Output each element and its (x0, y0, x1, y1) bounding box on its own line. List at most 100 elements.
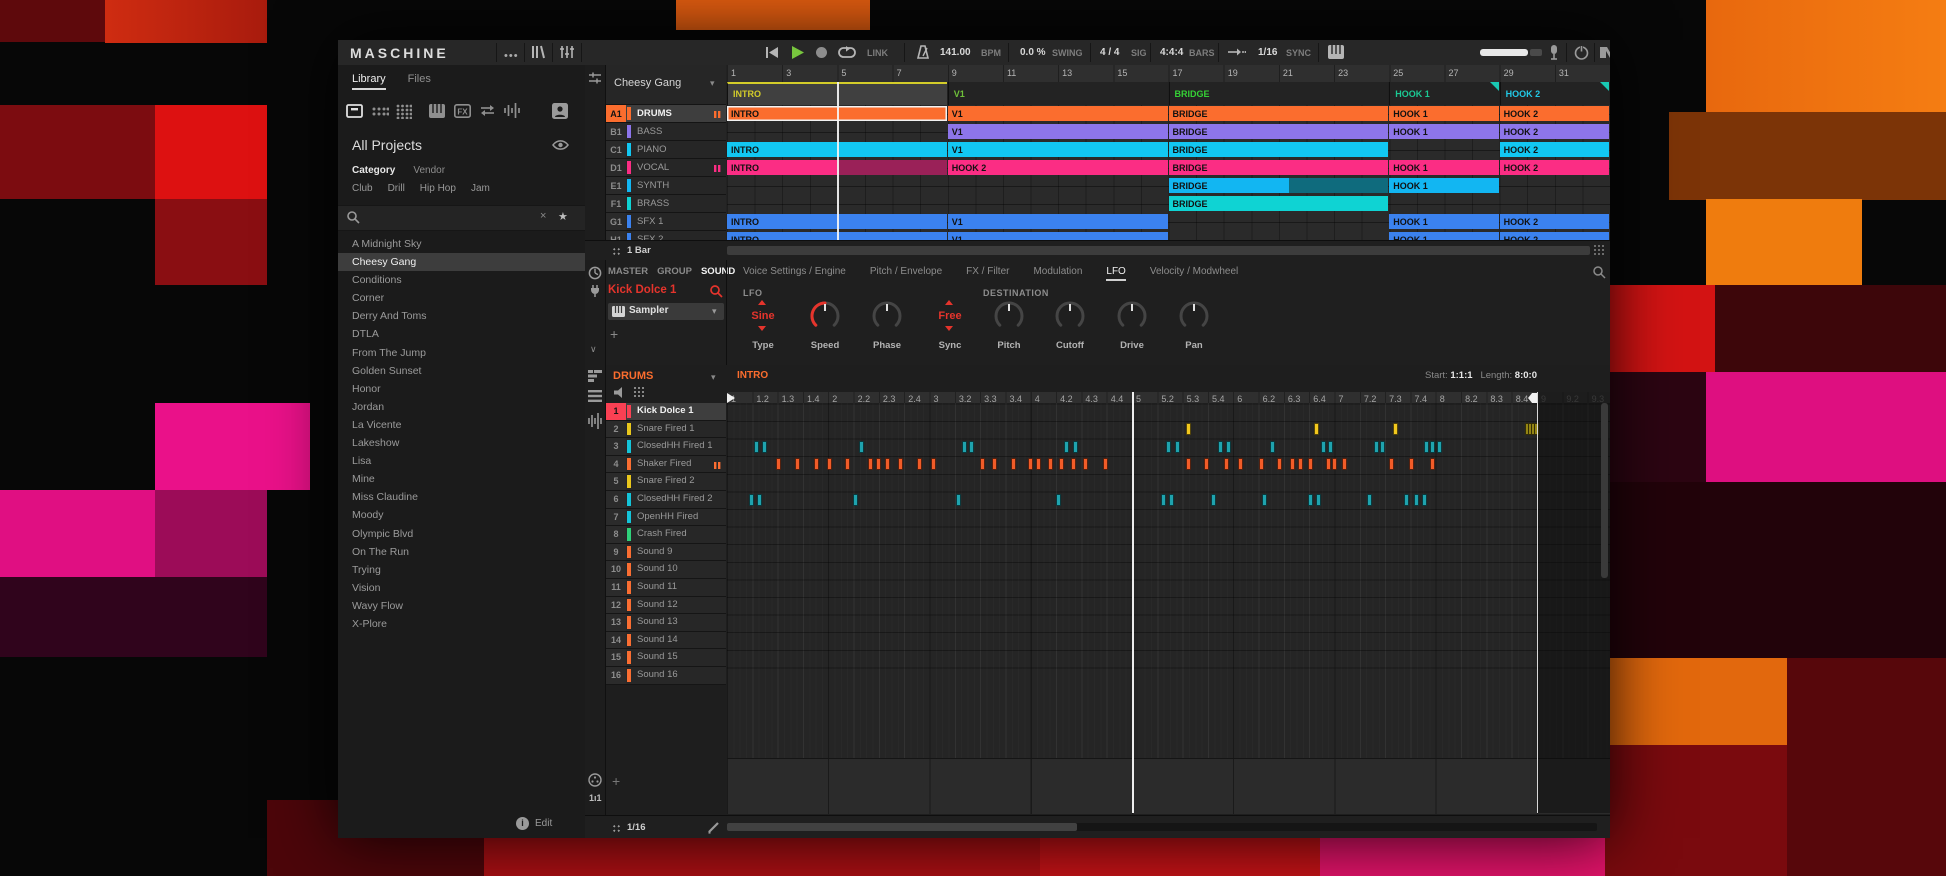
keyboard-view-icon[interactable] (588, 390, 602, 402)
pattern-cell[interactable]: HOOK 1 (1389, 106, 1498, 121)
filter-tab-category[interactable]: Category (352, 165, 395, 176)
play-button[interactable] (792, 46, 804, 59)
note[interactable] (1161, 494, 1166, 506)
stepper-up-icon[interactable] (758, 300, 766, 305)
sound-row[interactable]: 14Sound 14 (606, 632, 726, 650)
note[interactable] (1424, 441, 1429, 453)
note[interactable] (885, 458, 890, 470)
add-lane-button[interactable]: + (612, 773, 620, 789)
sound-row[interactable]: 5Snare Fired 2 (606, 473, 726, 491)
note[interactable] (876, 458, 881, 470)
project-list-item[interactable]: Vision (338, 579, 585, 597)
pattern-cell[interactable]: V1 (948, 214, 1168, 229)
knob-pan[interactable] (1176, 298, 1212, 334)
pattern-cell[interactable]: V1 (948, 142, 1168, 157)
project-list-item[interactable]: From The Jump (338, 344, 585, 362)
keyboard-mode-icon[interactable] (1328, 45, 1344, 59)
sound-row[interactable]: 13Sound 13 (606, 614, 726, 632)
chevron-down-icon[interactable]: ▾ (711, 372, 716, 383)
note[interactable] (1073, 441, 1078, 453)
note[interactable] (859, 441, 864, 453)
note[interactable] (1218, 441, 1223, 453)
edit-toggle[interactable]: Edit (535, 818, 552, 829)
project-list-item[interactable]: Honor (338, 380, 585, 398)
knob-phase[interactable] (869, 298, 905, 334)
note[interactable] (827, 458, 832, 470)
fx-filter-icon[interactable]: FX (454, 104, 471, 118)
pattern-cell[interactable]: BRIDGE (1169, 142, 1389, 157)
pattern-cell[interactable]: HOOK 2 (1500, 124, 1609, 139)
note[interactable] (1059, 458, 1064, 470)
note[interactable] (1326, 458, 1331, 470)
pad-mode-icon[interactable] (588, 773, 602, 787)
note[interactable] (1175, 441, 1180, 453)
speaker-icon[interactable] (614, 387, 626, 398)
pattern-cell[interactable]: HOOK 2 (1500, 232, 1609, 240)
project-list-item[interactable]: Derry And Toms (338, 307, 585, 325)
group-label-cell[interactable]: E1SYNTH (606, 177, 726, 195)
stepper-value[interactable]: Sine (732, 310, 794, 322)
step-grid-value[interactable]: 1/16 (627, 822, 646, 833)
sound-row[interactable]: 15Sound 15 (606, 649, 726, 667)
tab-files[interactable]: Files (408, 73, 431, 90)
pattern-cell[interactable]: HOOK 2 (1500, 142, 1609, 157)
plugin-socket-icon[interactable] (588, 284, 602, 298)
step-ratio-icon[interactable]: 1ı1 (589, 793, 602, 803)
sound-row[interactable]: 12Sound 12 (606, 597, 726, 615)
note[interactable] (1380, 441, 1385, 453)
note[interactable] (1262, 494, 1267, 506)
menu-dots-icon[interactable]: ••• (504, 50, 519, 62)
group-label-cell[interactable]: B1BASS (606, 123, 726, 141)
channel-tab-sound[interactable]: SOUND (701, 266, 735, 277)
note[interactable] (1056, 494, 1061, 506)
pattern-cell[interactable]: BRIDGE (1169, 160, 1389, 175)
instruments-filter-icon[interactable] (429, 104, 445, 118)
project-list-item[interactable]: Lakeshow (338, 434, 585, 452)
follow-playhead-icon[interactable] (1228, 48, 1246, 56)
note[interactable] (931, 458, 936, 470)
note[interactable] (969, 441, 974, 453)
samples-filter-icon[interactable] (504, 103, 520, 118)
note[interactable] (1430, 441, 1435, 453)
note[interactable] (1270, 441, 1275, 453)
plugin-tab-velocity-modwheel[interactable]: Velocity / Modwheel (1150, 266, 1238, 281)
note[interactable] (956, 494, 961, 506)
note[interactable] (1071, 458, 1076, 470)
channel-tab-group[interactable]: GROUP (657, 266, 692, 277)
note[interactable] (1389, 458, 1394, 470)
project-list-item[interactable]: A Midnight Sky (338, 235, 585, 253)
projects-filter-icon[interactable] (346, 103, 363, 119)
stepper-down-icon[interactable] (945, 326, 953, 331)
pattern-cell[interactable]: V1 (948, 106, 1168, 121)
plugin-tab-lfo[interactable]: LFO (1106, 266, 1125, 281)
quantize-value[interactable]: 1/16 (1258, 47, 1277, 58)
resize-grip-icon[interactable] (1593, 244, 1605, 256)
editor-pattern-name[interactable]: INTRO (737, 370, 768, 381)
project-list-item[interactable]: On The Run (338, 543, 585, 561)
plugin-tab-pitch-envelope[interactable]: Pitch / Envelope (870, 266, 942, 281)
plugin-tab-voice-settings-engine[interactable]: Voice Settings / Engine (743, 266, 846, 281)
info-icon[interactable]: i (516, 817, 529, 830)
note[interactable] (1083, 458, 1088, 470)
editor-hscroll-thumb[interactable] (727, 823, 1077, 831)
sound-name[interactable]: Kick Dolce 1 (608, 284, 676, 296)
master-volume-slider[interactable] (1480, 49, 1528, 56)
note[interactable] (1314, 423, 1319, 435)
sound-row[interactable]: 4Shaker Fired (606, 456, 726, 474)
project-list-item[interactable]: Trying (338, 561, 585, 579)
pattern-cell[interactable]: BRIDGE (1169, 178, 1290, 193)
channel-tab-master[interactable]: MASTER (608, 266, 648, 277)
knob-cutoff[interactable] (1052, 298, 1088, 334)
note[interactable] (1211, 494, 1216, 506)
user-content-icon[interactable] (552, 103, 568, 119)
pattern-cell[interactable]: HOOK 1 (1389, 178, 1498, 193)
note[interactable] (1166, 441, 1171, 453)
pattern-cell[interactable]: HOOK 2 (1500, 106, 1609, 121)
project-list-item[interactable]: Olympic Blvd (338, 525, 585, 543)
stepper-up-icon[interactable] (945, 300, 953, 305)
note[interactable] (1238, 458, 1243, 470)
plugin-tab-modulation[interactable]: Modulation (1033, 266, 1082, 281)
note[interactable] (1290, 458, 1295, 470)
signature-value[interactable]: 4 / 4 (1100, 47, 1119, 58)
chevron-down-icon[interactable]: ▾ (712, 306, 717, 317)
